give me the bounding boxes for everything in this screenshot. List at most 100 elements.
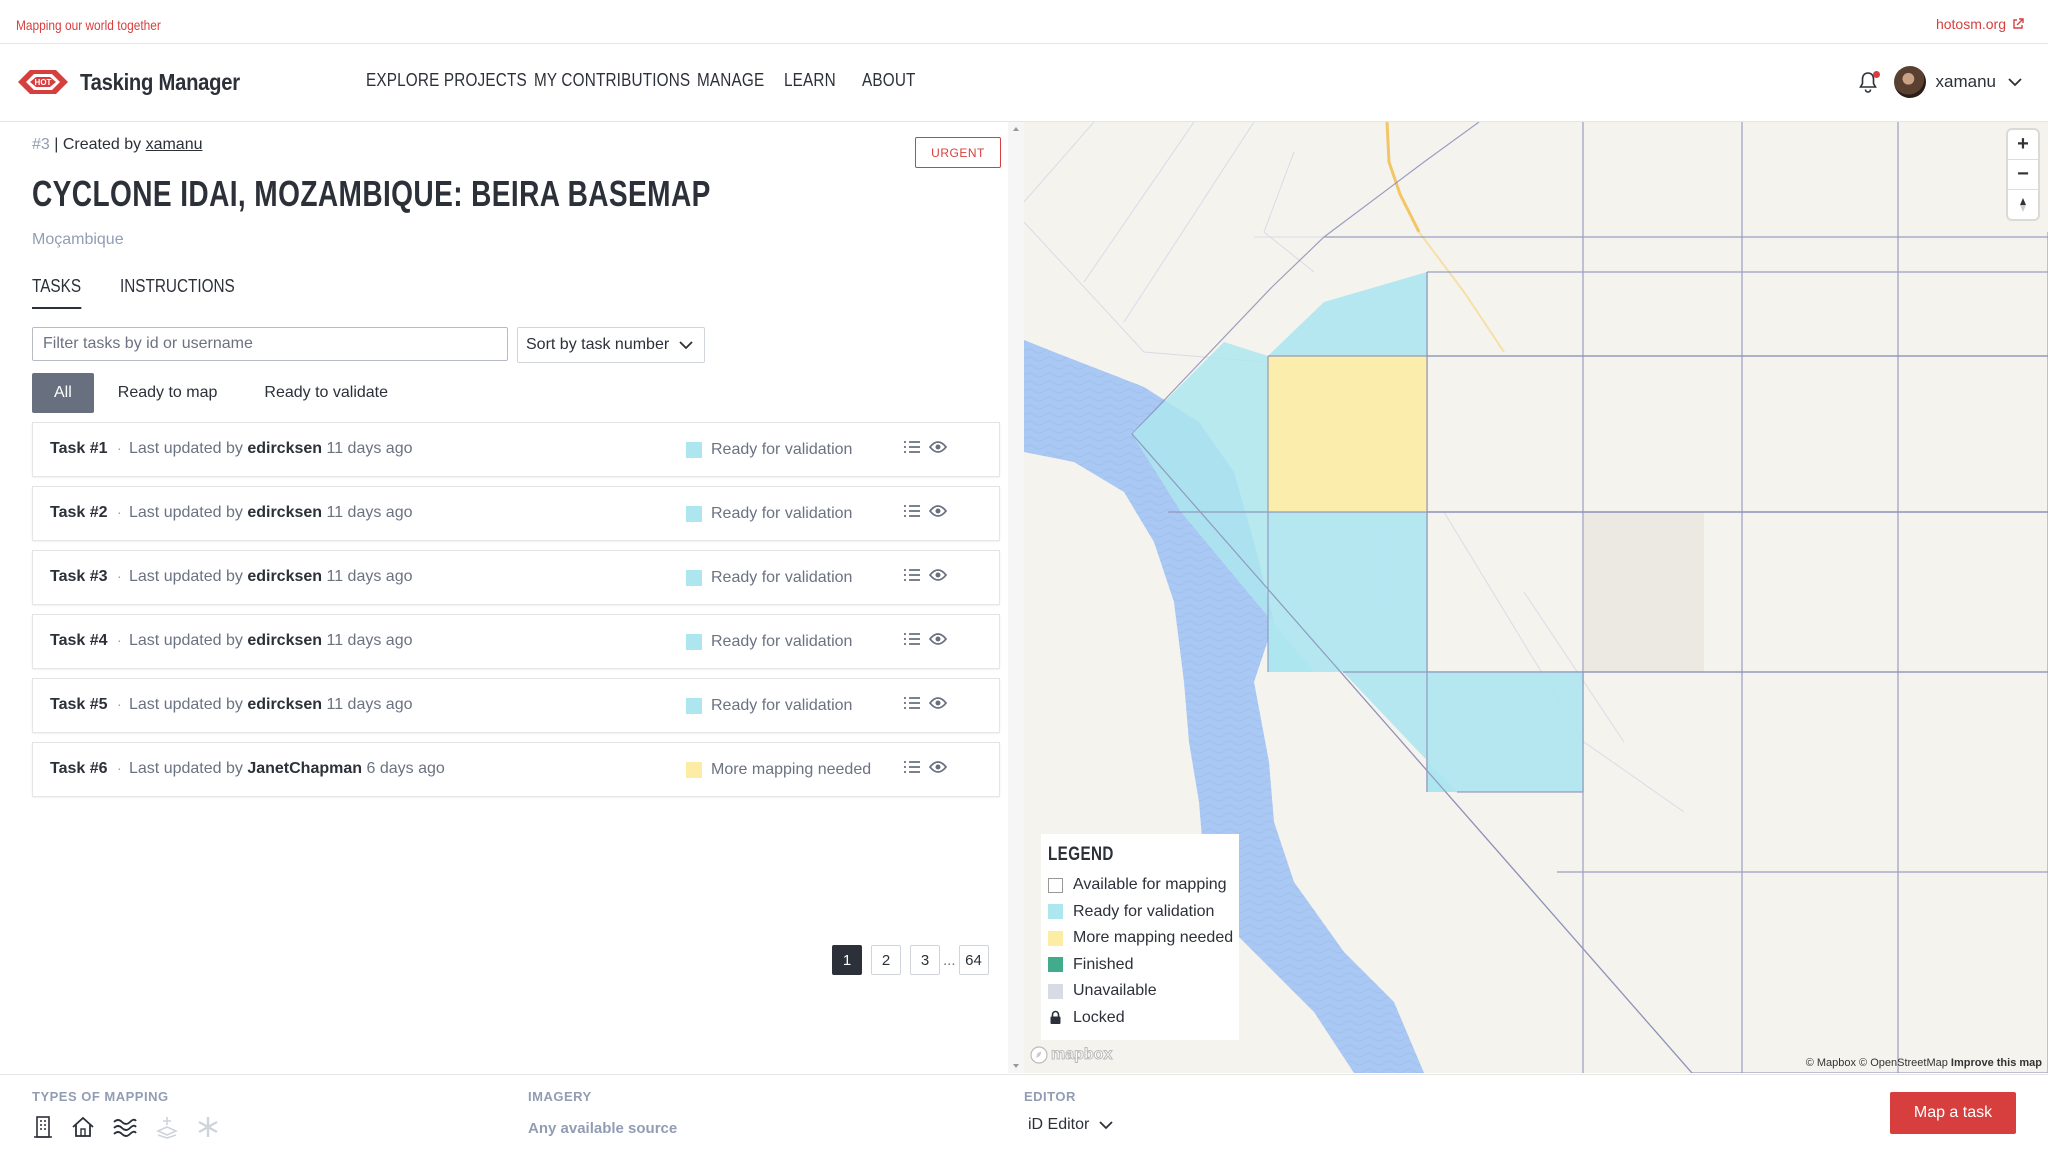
list-icon[interactable] — [903, 696, 921, 710]
task-last-updated: Last updated by edircksen 11 days ago — [129, 504, 413, 522]
task-status: Ready for validation — [686, 441, 852, 459]
list-icon[interactable] — [903, 440, 921, 454]
eye-icon[interactable] — [929, 760, 947, 774]
task-name[interactable]: Task #6 — [50, 760, 108, 778]
nav-explore-projects[interactable]: EXPLORE PROJECTS — [366, 70, 527, 91]
nav-my-contributions[interactable]: MY CONTRIBUTIONS — [534, 70, 690, 91]
project-id: #3 — [32, 136, 50, 153]
legend-label: More mapping needed — [1073, 929, 1234, 947]
legend-item: More mapping needed — [1048, 925, 1239, 952]
legend-title: LEGEND — [1048, 844, 1114, 865]
page-button-last[interactable]: 64 — [958, 945, 989, 975]
list-icon[interactable] — [903, 760, 921, 774]
eye-icon[interactable] — [929, 696, 947, 710]
logo-text[interactable]: Tasking Manager — [80, 69, 240, 96]
task-last-updated: Last updated by edircksen 11 days ago — [129, 568, 413, 586]
imagery-section: IMAGERY Any available source — [528, 1089, 677, 1137]
task-filter-input[interactable] — [32, 327, 508, 361]
improve-map-link[interactable]: Improve this map — [1951, 1057, 2042, 1069]
eye-icon[interactable] — [929, 440, 947, 454]
task-separator: · — [117, 504, 122, 520]
task-name[interactable]: Task #5 — [50, 696, 108, 714]
project-tabs: TASKS INSTRUCTIONS — [32, 276, 285, 309]
task-name[interactable]: Task #4 — [50, 632, 108, 650]
legend-label: Unavailable — [1073, 982, 1157, 1000]
legend-swatch — [1048, 957, 1063, 973]
nav-manage[interactable]: MANAGE — [697, 70, 764, 91]
task-updated-time: 11 days ago — [326, 632, 413, 649]
zoom-out-button[interactable]: − — [2008, 160, 2038, 190]
task-row[interactable]: Task #6 · Last updated by JanetChapman 6 d… — [32, 742, 1000, 797]
tab-tasks[interactable]: TASKS — [32, 276, 82, 309]
page-button[interactable]: 3 — [910, 945, 940, 975]
chevron-down-icon[interactable] — [2008, 77, 2022, 87]
task-name[interactable]: Task #3 — [50, 568, 108, 586]
eye-icon[interactable] — [929, 632, 947, 646]
task-last-updated: Last updated by edircksen 11 days ago — [129, 632, 413, 650]
task-status-swatch — [686, 570, 702, 586]
task-status-label: More mapping needed — [711, 761, 872, 778]
task-user[interactable]: edircksen — [247, 440, 322, 457]
external-link-icon — [2013, 18, 2024, 29]
task-separator: · — [117, 632, 122, 648]
hotosm-link-label[interactable]: hotosm.org — [1936, 16, 2006, 32]
map-attribution: © Mapbox © OpenStreetMap Improve this ma… — [1806, 1057, 2042, 1069]
task-user[interactable]: edircksen — [247, 568, 322, 585]
task-status-label: Ready for validation — [711, 569, 853, 586]
nav-learn[interactable]: LEARN — [784, 70, 836, 91]
task-user[interactable]: edircksen — [247, 696, 322, 713]
zoom-in-button[interactable]: + — [2008, 130, 2038, 160]
house-icon — [72, 1116, 94, 1137]
task-status-label: Ready for validation — [711, 697, 853, 714]
task-user[interactable]: edircksen — [247, 504, 322, 521]
list-icon[interactable] — [903, 504, 921, 518]
pagination: 1 2 3 ... 64 — [832, 945, 989, 975]
task-row[interactable]: Task #4 · Last updated by edircksen 11 day… — [32, 614, 1000, 669]
legend-label: Finished — [1073, 955, 1134, 973]
compass-button[interactable] — [2008, 190, 2038, 219]
task-user[interactable]: edircksen — [247, 632, 322, 649]
mapbox-logo[interactable]: mapbox — [1030, 1046, 1113, 1064]
task-name[interactable]: Task #2 — [50, 504, 108, 522]
task-row[interactable]: Task #3 · Last updated by edircksen 11 day… — [32, 550, 1000, 605]
notifications-button[interactable] — [1858, 71, 1880, 93]
list-icon[interactable] — [903, 632, 921, 646]
creator-link[interactable]: xamanu — [146, 136, 203, 153]
top-bar: Mapping our world together hotosm.org — [0, 0, 2048, 44]
logo[interactable]: HOT Tasking Manager — [16, 64, 262, 100]
task-row[interactable]: Task #2 · Last updated by edircksen 11 day… — [32, 486, 1000, 541]
task-last-updated: Last updated by edircksen 11 days ago — [129, 440, 413, 458]
filter-ready-to-map[interactable]: Ready to map — [95, 373, 241, 413]
status-filter: All Ready to map Ready to validate — [32, 373, 412, 413]
task-row[interactable]: Task #5 · Last updated by edircksen 11 day… — [32, 678, 1000, 733]
tab-instructions[interactable]: INSTRUCTIONS — [120, 276, 235, 309]
task-status-swatch — [686, 442, 702, 458]
panel-divider[interactable] — [1008, 122, 1024, 1073]
avatar[interactable] — [1893, 66, 1926, 98]
eye-icon[interactable] — [929, 504, 947, 518]
page-button[interactable]: 1 — [832, 945, 862, 975]
nav-about[interactable]: ABOUT — [862, 70, 915, 91]
land-use-icon — [156, 1117, 178, 1139]
filter-ready-to-validate[interactable]: Ready to validate — [241, 373, 411, 413]
task-name[interactable]: Task #1 — [50, 440, 108, 458]
logo-badge: HOT — [35, 78, 52, 87]
list-icon[interactable] — [903, 568, 921, 582]
editor-section: EDITOR iD Editor — [1024, 1089, 1113, 1134]
page-button[interactable]: 2 — [871, 945, 901, 975]
task-actions — [903, 440, 947, 454]
tagline: Mapping our world together — [16, 17, 161, 33]
task-status: Ready for validation — [686, 697, 852, 715]
editor-dropdown[interactable]: iD Editor — [1024, 1116, 1113, 1134]
filter-all[interactable]: All — [32, 373, 94, 413]
imagery-value: Any available source — [528, 1120, 678, 1137]
task-status-label: Ready for validation — [711, 505, 853, 522]
map-a-task-button[interactable]: Map a task — [1890, 1092, 2016, 1134]
eye-icon[interactable] — [929, 568, 947, 582]
sort-dropdown[interactable]: Sort by task number — [517, 327, 705, 363]
attribution-text[interactable]: © Mapbox © OpenStreetMap — [1806, 1057, 1948, 1069]
task-user[interactable]: JanetChapman — [247, 760, 362, 777]
username[interactable]: xamanu — [1936, 72, 1996, 92]
task-row[interactable]: Task #1 · Last updated by edircksen 11 day… — [32, 422, 1000, 477]
hotosm-link[interactable]: hotosm.org — [1936, 16, 2024, 32]
